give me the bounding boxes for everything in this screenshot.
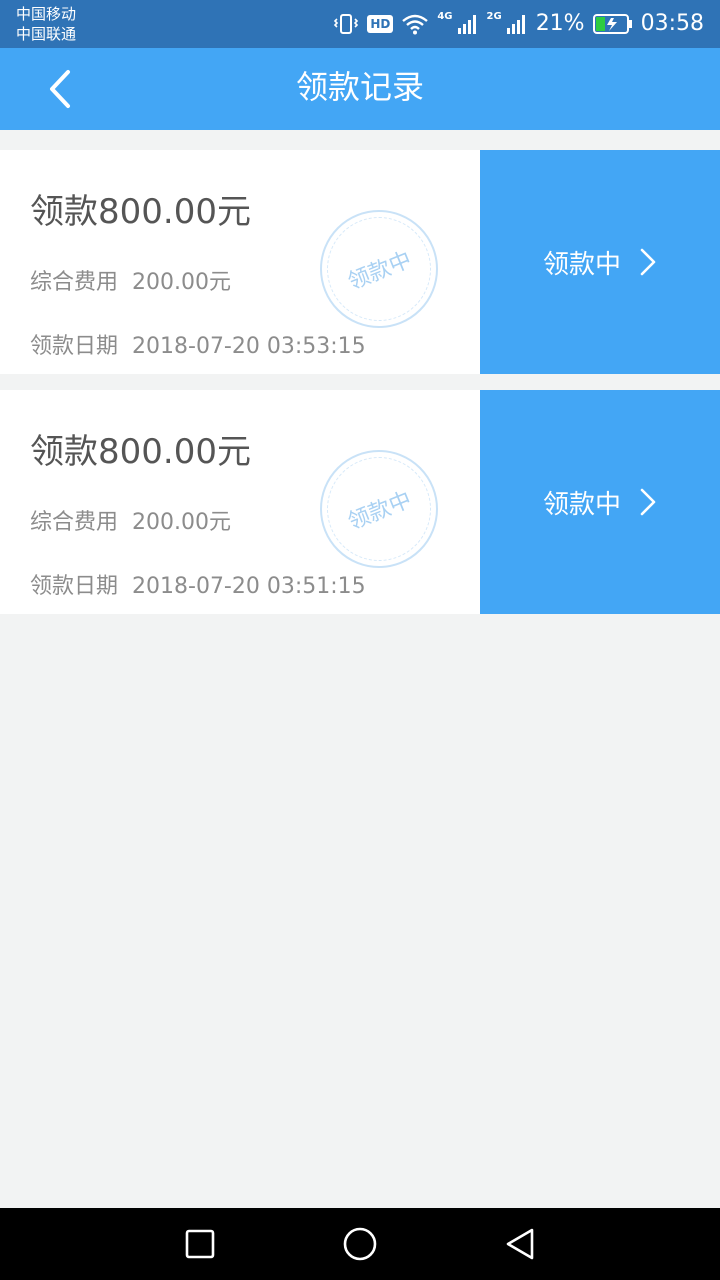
home-button[interactable] bbox=[342, 1226, 378, 1262]
clock-time: 03:58 bbox=[640, 11, 704, 36]
square-icon bbox=[185, 1229, 215, 1259]
status-label: 领款中 bbox=[542, 249, 621, 280]
chevron-right-icon bbox=[640, 248, 656, 276]
fee-value: 200.00元 bbox=[132, 270, 231, 295]
status-label: 领款中 bbox=[542, 489, 621, 520]
network-4g-label: 4G bbox=[437, 10, 453, 22]
status-stamp: 领款中 bbox=[320, 450, 438, 568]
recent-apps-button[interactable] bbox=[182, 1226, 218, 1262]
fee-line: 综合费用 200.00元 bbox=[30, 264, 231, 296]
fee-value: 200.00元 bbox=[132, 510, 231, 535]
carrier-names: 中国移动 中国联通 bbox=[16, 4, 76, 44]
vibrate-icon bbox=[333, 12, 359, 36]
fee-label: 综合费用 bbox=[30, 510, 119, 535]
date-line: 领款日期 2018-07-20 03:51:15 bbox=[30, 568, 366, 600]
date-value: 2018-07-20 03:53:15 bbox=[132, 334, 366, 359]
stamp-text: 领款中 bbox=[344, 247, 416, 296]
status-bar: 中国移动 中国联通 HD 4G 2G 21% 03:58 bbox=[0, 0, 720, 48]
record-item: 领款800.00元 综合费用 200.00元 领款日期 2018-07-20 03:… bbox=[0, 390, 720, 614]
date-label: 领款日期 bbox=[30, 574, 119, 599]
date-line: 领款日期 2018-07-20 03:53:15 bbox=[30, 328, 366, 360]
status-icons: HD 4G 2G 21% 03:58 bbox=[333, 0, 704, 48]
fee-line: 综合费用 200.00元 bbox=[30, 504, 231, 536]
record-info: 领款800.00元 综合费用 200.00元 领款日期 2018-07-20 03:… bbox=[0, 390, 480, 614]
circle-icon bbox=[343, 1227, 377, 1261]
hd-badge: HD bbox=[367, 15, 394, 33]
stamp-ring: 领款中 bbox=[327, 457, 431, 561]
system-back-button[interactable] bbox=[502, 1226, 538, 1262]
battery-charging-icon bbox=[592, 13, 633, 35]
date-label: 领款日期 bbox=[30, 334, 119, 359]
carrier-2: 中国联通 bbox=[16, 25, 77, 43]
date-value: 2018-07-20 03:51:15 bbox=[132, 574, 366, 599]
record-amount: 领款800.00元 bbox=[30, 432, 251, 472]
chevron-right-icon bbox=[640, 488, 656, 516]
signal-icon-2 bbox=[506, 13, 528, 35]
app-header: 领款记录 bbox=[0, 48, 720, 130]
record-amount: 领款800.00元 bbox=[30, 192, 251, 232]
triangle-back-icon bbox=[506, 1228, 534, 1260]
fee-label: 综合费用 bbox=[30, 270, 119, 295]
battery-percent: 21% bbox=[535, 11, 585, 36]
signal-icon bbox=[457, 13, 479, 35]
record-info: 领款800.00元 综合费用 200.00元 领款日期 2018-07-20 03:… bbox=[0, 150, 480, 374]
record-status-button[interactable]: 领款中 bbox=[480, 150, 720, 374]
status-stamp: 领款中 bbox=[320, 210, 438, 328]
stamp-ring: 领款中 bbox=[327, 217, 431, 321]
stamp-text: 领款中 bbox=[344, 487, 416, 536]
record-list: 领款800.00元 综合费用 200.00元 领款日期 2018-07-20 03:… bbox=[0, 150, 720, 630]
record-item: 领款800.00元 综合费用 200.00元 领款日期 2018-07-20 03:… bbox=[0, 150, 720, 374]
carrier-1: 中国移动 bbox=[16, 5, 77, 23]
wifi-icon bbox=[401, 13, 429, 35]
record-status-button[interactable]: 领款中 bbox=[480, 390, 720, 614]
system-nav-bar bbox=[0, 1208, 720, 1280]
page-title: 领款记录 bbox=[295, 68, 424, 106]
network-2g-label: 2G bbox=[486, 10, 502, 22]
